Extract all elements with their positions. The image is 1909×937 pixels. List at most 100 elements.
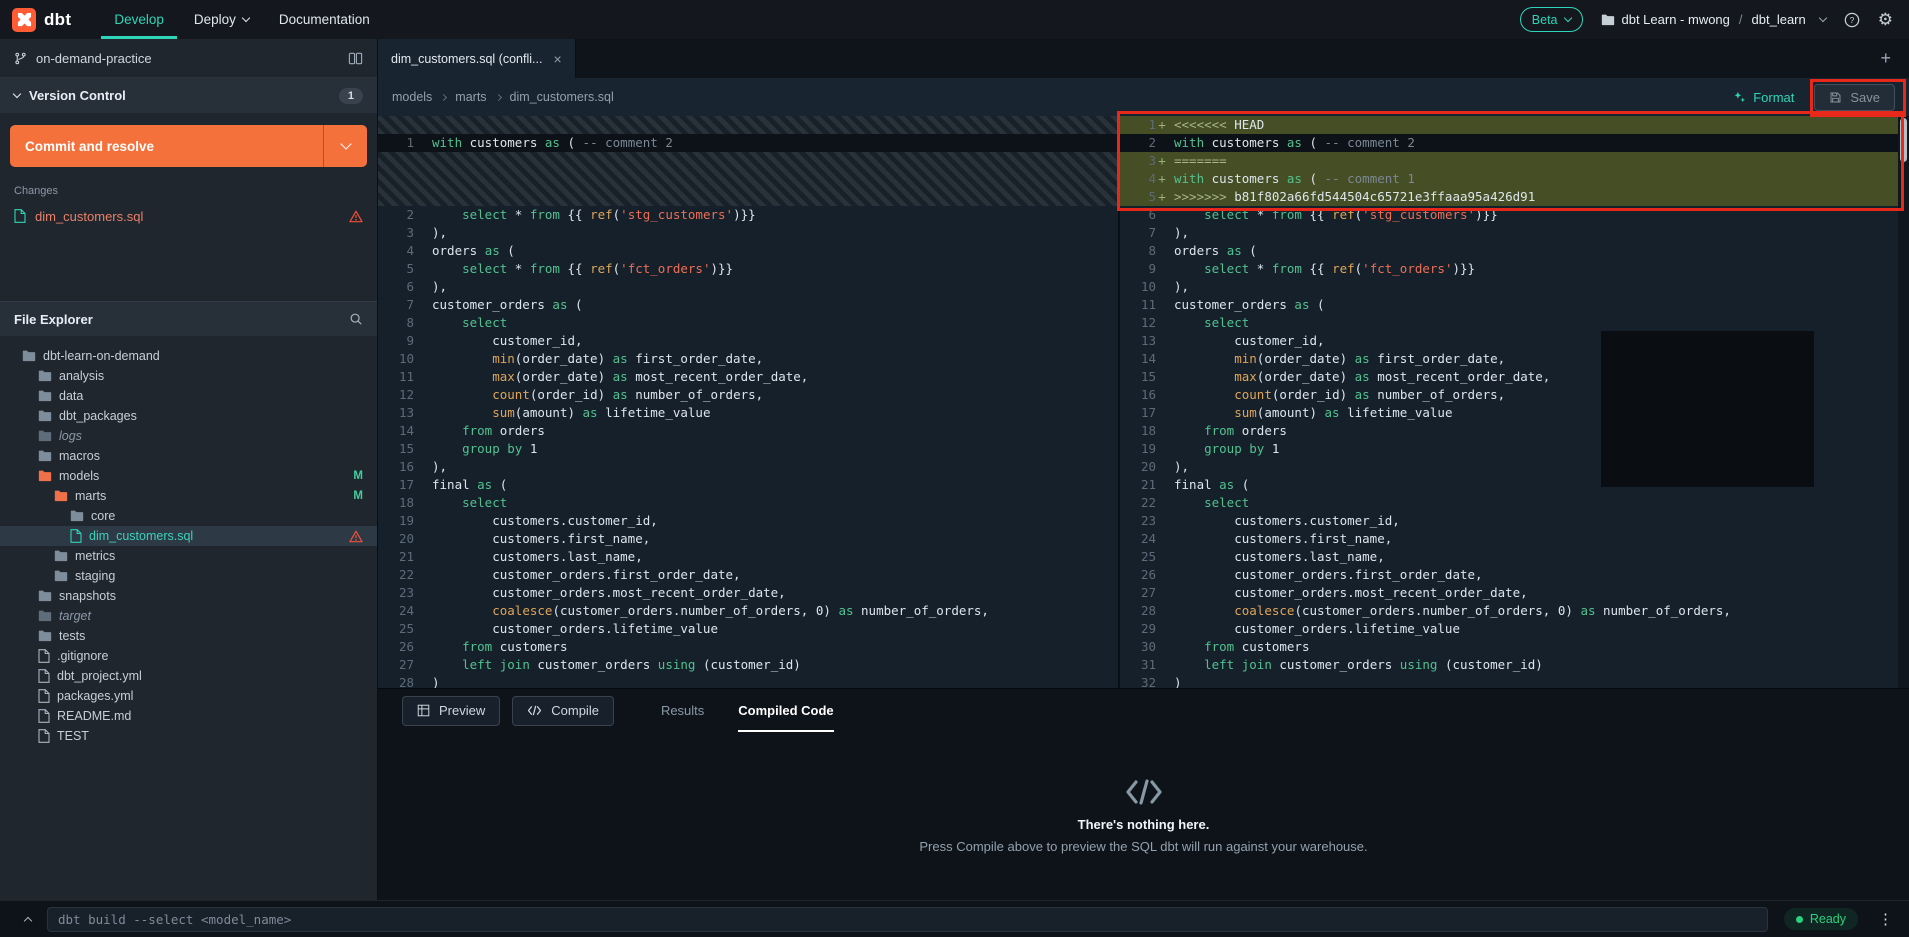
code-line[interactable]: 10), — [1120, 278, 1909, 296]
code-line[interactable]: 8orders as ( — [1120, 242, 1909, 260]
file-explorer-header[interactable]: File Explorer — [0, 301, 377, 336]
code-line[interactable]: 31 left join customer_orders using (cust… — [1120, 656, 1909, 674]
tree-item-macros[interactable]: macros — [0, 446, 377, 466]
code-line[interactable]: 3+======= — [1120, 152, 1909, 170]
tree-item-dbt-packages[interactable]: dbt_packages — [0, 406, 377, 426]
panel-toggle-icon[interactable] — [348, 51, 363, 66]
dbt-logo[interactable]: dbt — [12, 0, 71, 39]
code-line[interactable]: 30 from customers — [1120, 638, 1909, 656]
code-line[interactable]: 20), — [1120, 458, 1909, 476]
code-line[interactable]: 12 count(order_id) as number_of_orders, — [378, 386, 1118, 404]
code-line[interactable]: 2with customers as ( -- comment 2 — [1120, 134, 1909, 152]
format-button[interactable]: Format — [1733, 90, 1794, 105]
code-line[interactable]: 32) — [1120, 674, 1909, 688]
tree-item-test[interactable]: TEST — [0, 726, 377, 746]
code-line[interactable]: 2 select * from {{ ref('stg_customers')}… — [378, 206, 1118, 224]
tree-item-target[interactable]: target — [0, 606, 377, 626]
tab-results[interactable]: Results — [644, 689, 721, 732]
code-line[interactable]: 28 coalesce(customer_orders.number_of_or… — [1120, 602, 1909, 620]
code-line[interactable]: 28) — [378, 674, 1118, 688]
tree-item-core[interactable]: core — [0, 506, 377, 526]
tree-item-staging[interactable]: staging — [0, 566, 377, 586]
code-line[interactable]: 20 customers.first_name, — [378, 530, 1118, 548]
tree-item-dim-customers-sql[interactable]: dim_customers.sql — [0, 526, 377, 546]
commit-options-button[interactable] — [323, 125, 367, 167]
kebab-menu-icon[interactable]: ⋮ — [1874, 910, 1897, 928]
preview-button[interactable]: Preview — [402, 696, 500, 726]
code-line[interactable]: 23 customers.customer_id, — [1120, 512, 1909, 530]
code-line[interactable]: 1+<<<<<<< HEAD — [1120, 116, 1909, 134]
code-line[interactable]: 4orders as ( — [378, 242, 1118, 260]
tree-item-models[interactable]: modelsM — [0, 466, 377, 486]
nav-deploy[interactable]: Deploy — [181, 0, 262, 39]
code-line[interactable]: 10 min(order_date) as first_order_date, — [378, 350, 1118, 368]
changed-file-row[interactable]: dim_customers.sql — [0, 203, 377, 229]
tree-item-tests[interactable]: tests — [0, 626, 377, 646]
code-line[interactable]: 18 from orders — [1120, 422, 1909, 440]
code-line[interactable]: 8 select — [378, 314, 1118, 332]
code-line[interactable]: 21 customers.last_name, — [378, 548, 1118, 566]
scrollbar-thumb[interactable] — [1900, 118, 1907, 162]
code-line[interactable]: 12 select — [1120, 314, 1909, 332]
tree-item-snapshots[interactable]: snapshots — [0, 586, 377, 606]
code-line[interactable]: 27 left join customer_orders using (cust… — [378, 656, 1118, 674]
breadcrumb-file[interactable]: dim_customers.sql — [510, 90, 614, 104]
code-line[interactable]: 18 select — [378, 494, 1118, 512]
settings-gear-icon[interactable]: ⚙ — [1878, 11, 1893, 28]
code-line[interactable]: 7), — [1120, 224, 1909, 242]
tab-dim-customers[interactable]: dim_customers.sql (confli... × — [378, 39, 576, 78]
code-line[interactable]: 25 customer_orders.lifetime_value — [378, 620, 1118, 638]
command-input[interactable]: dbt build --select <model_name> — [47, 907, 1768, 932]
code-line[interactable]: 6 select * from {{ ref('stg_customers')}… — [1120, 206, 1909, 224]
help-icon[interactable]: ? — [1844, 12, 1860, 28]
code-line[interactable]: 5+>>>>>>> b81f802a66fd544504c65721e3ffaa… — [1120, 188, 1909, 206]
code-line[interactable]: 14 min(order_date) as first_order_date, — [1120, 350, 1909, 368]
code-line[interactable]: 26 from customers — [378, 638, 1118, 656]
commit-and-resolve-button[interactable]: Commit and resolve — [10, 125, 367, 167]
tree-item-data[interactable]: data — [0, 386, 377, 406]
code-line[interactable]: 4+with customers as ( -- comment 1 — [1120, 170, 1909, 188]
close-icon[interactable]: × — [553, 51, 561, 67]
breadcrumb-models[interactable]: models — [392, 90, 432, 104]
branch-selector[interactable]: on-demand-practice — [0, 39, 377, 78]
code-line[interactable]: 22 select — [1120, 494, 1909, 512]
code-line[interactable]: 7customer_orders as ( — [378, 296, 1118, 314]
code-line[interactable]: 6), — [378, 278, 1118, 296]
tree-item-packages-yml[interactable]: packages.yml — [0, 686, 377, 706]
code-line[interactable]: 15 max(order_date) as most_recent_order_… — [1120, 368, 1909, 386]
version-control-header[interactable]: Version Control 1 — [0, 78, 377, 113]
code-line[interactable]: 13 customer_id, — [1120, 332, 1909, 350]
tree-item-dbt-project-yml[interactable]: dbt_project.yml — [0, 666, 377, 686]
code-line[interactable]: 11customer_orders as ( — [1120, 296, 1909, 314]
code-line[interactable]: 26 customer_orders.first_order_date, — [1120, 566, 1909, 584]
save-button[interactable]: Save — [1814, 84, 1895, 111]
code-line[interactable]: 21final as ( — [1120, 476, 1909, 494]
editor-scrollbar[interactable] — [1898, 116, 1909, 688]
code-line[interactable]: 24 customers.first_name, — [1120, 530, 1909, 548]
code-line[interactable]: 3), — [378, 224, 1118, 242]
code-line[interactable]: 29 customer_orders.lifetime_value — [1120, 620, 1909, 638]
account-selector[interactable]: dbt Learn - mwong / dbt_learn — [1601, 12, 1826, 27]
compile-button[interactable]: Compile — [512, 696, 614, 726]
code-line[interactable]: 16 count(order_id) as number_of_orders, — [1120, 386, 1909, 404]
nav-documentation[interactable]: Documentation — [266, 0, 383, 39]
diff-pane-right[interactable]: 1+<<<<<<< HEAD2with customers as ( -- co… — [1120, 116, 1909, 688]
code-line[interactable]: 1with customers as ( -- comment 2 — [378, 134, 1118, 152]
code-line[interactable]: 24 coalesce(customer_orders.number_of_or… — [378, 602, 1118, 620]
code-line[interactable]: 17final as ( — [378, 476, 1118, 494]
code-line[interactable]: 14 from orders — [378, 422, 1118, 440]
beta-badge[interactable]: Beta — [1520, 7, 1583, 32]
code-line[interactable]: 16), — [378, 458, 1118, 476]
code-line[interactable]: 25 customers.last_name, — [1120, 548, 1909, 566]
code-line[interactable]: 5 select * from {{ ref('fct_orders')}} — [378, 260, 1118, 278]
breadcrumb-marts[interactable]: marts — [455, 90, 486, 104]
code-line[interactable]: 9 customer_id, — [378, 332, 1118, 350]
new-tab-icon[interactable]: + — [1862, 39, 1909, 78]
tree-item-metrics[interactable]: metrics — [0, 546, 377, 566]
search-icon[interactable] — [349, 312, 363, 326]
code-line[interactable]: 19 customers.customer_id, — [378, 512, 1118, 530]
tree-item-dbt-learn-on-demand[interactable]: dbt-learn-on-demand — [0, 346, 377, 366]
code-line[interactable]: 23 customer_orders.most_recent_order_dat… — [378, 584, 1118, 602]
code-line[interactable]: 13 sum(amount) as lifetime_value — [378, 404, 1118, 422]
tree-item-marts[interactable]: martsM — [0, 486, 377, 506]
